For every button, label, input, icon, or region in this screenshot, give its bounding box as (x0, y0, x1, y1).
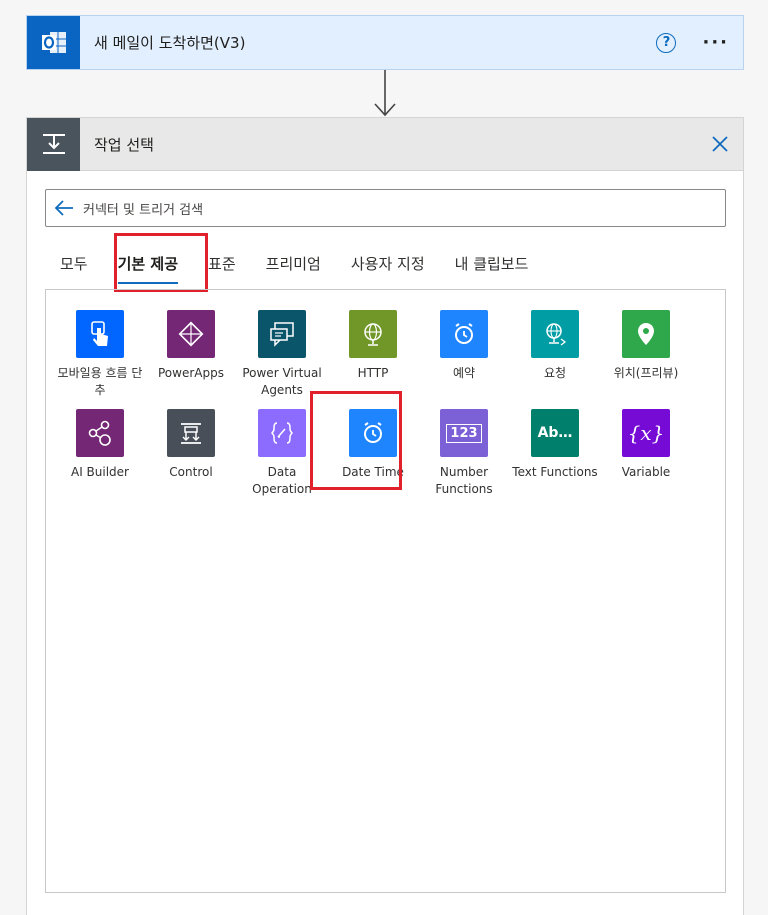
location-pin-icon (622, 310, 670, 358)
variable-glyph: {x} (627, 421, 665, 445)
outlook-icon (27, 16, 80, 69)
tile-control[interactable]: Control (146, 409, 236, 481)
data-operation-icon (258, 409, 306, 457)
close-icon[interactable] (709, 133, 731, 155)
request-icon (531, 310, 579, 358)
date-time-highlight-box (310, 391, 402, 490)
tile-label: 예약 (452, 366, 476, 380)
chat-bot-icon (258, 310, 306, 358)
globe-icon (349, 310, 397, 358)
tile-label: Text Functions (512, 465, 598, 479)
tile-label: Variable (621, 465, 671, 479)
trigger-card[interactable]: 새 메일이 도착하면(V3) ? ··· (26, 15, 744, 70)
tile-label: 요청 (543, 366, 567, 380)
tab-standard[interactable]: 표준 (208, 245, 236, 281)
tile-schedule[interactable]: 예약 (419, 310, 509, 382)
number-123-icon: 123 (440, 409, 488, 457)
tile-powerapps[interactable]: PowerApps (146, 310, 236, 382)
tab-custom[interactable]: 사용자 지정 (351, 245, 425, 281)
tile-ai-builder[interactable]: AI Builder (55, 409, 145, 481)
tile-label: Control (169, 465, 213, 479)
touch-icon (76, 310, 124, 358)
down-arrow-icon (374, 70, 396, 117)
tile-location[interactable]: 위치(프리뷰) (601, 310, 691, 382)
back-arrow-icon[interactable] (53, 197, 75, 219)
tab-all[interactable]: 모두 (60, 245, 88, 281)
alarm-clock-icon (440, 310, 488, 358)
tile-label: PowerApps (158, 366, 224, 380)
tab-highlight-box (114, 233, 208, 292)
search-placeholder: 커넥터 및 트리거 검색 (83, 202, 204, 218)
powerapps-icon (167, 310, 215, 358)
variable-x-icon: {x} (622, 409, 670, 457)
connector-grid: 모바일용 흐름 단추 PowerApps Power Virtual Agent… (45, 289, 726, 893)
tile-power-virtual-agents[interactable]: Power Virtual Agents (237, 310, 327, 399)
panel-title: 작업 선택 (94, 135, 154, 154)
trigger-title: 새 메일이 도착하면(V3) (94, 34, 246, 52)
number-glyph: 123 (446, 423, 482, 443)
tile-label: HTTP (357, 366, 389, 380)
tile-http[interactable]: HTTP (328, 310, 418, 382)
text-ab-icon: Ab… (531, 409, 579, 457)
tile-variable[interactable]: {x} Variable (601, 409, 691, 481)
tile-label: AI Builder (70, 465, 129, 479)
tile-label: Number Functions (435, 465, 493, 496)
control-icon (167, 409, 215, 457)
ai-builder-icon (76, 409, 124, 457)
action-icon (27, 117, 80, 171)
connector-search-input[interactable]: 커넥터 및 트리거 검색 (45, 189, 726, 227)
text-glyph: Ab… (537, 425, 573, 441)
tile-mobile-button[interactable]: 모바일용 흐름 단추 (55, 310, 145, 399)
tile-label: 모바일용 흐름 단추 (57, 366, 143, 397)
tile-text-functions[interactable]: Ab… Text Functions (510, 409, 600, 481)
choose-action-panel: 작업 선택 커넥터 및 트리거 검색 모두 기본 제공 표준 프리미엄 사용자 … (26, 117, 744, 915)
tab-my-clipboard[interactable]: 내 클립보드 (455, 245, 529, 281)
panel-header: 작업 선택 (27, 117, 743, 171)
tile-request[interactable]: 요청 (510, 310, 600, 382)
more-options-icon[interactable]: ··· (702, 33, 729, 51)
help-icon[interactable]: ? (656, 32, 677, 53)
tab-premium[interactable]: 프리미엄 (266, 245, 321, 281)
tile-number-functions[interactable]: 123 Number Functions (419, 409, 509, 498)
tile-label: 위치(프리뷰) (613, 366, 679, 380)
